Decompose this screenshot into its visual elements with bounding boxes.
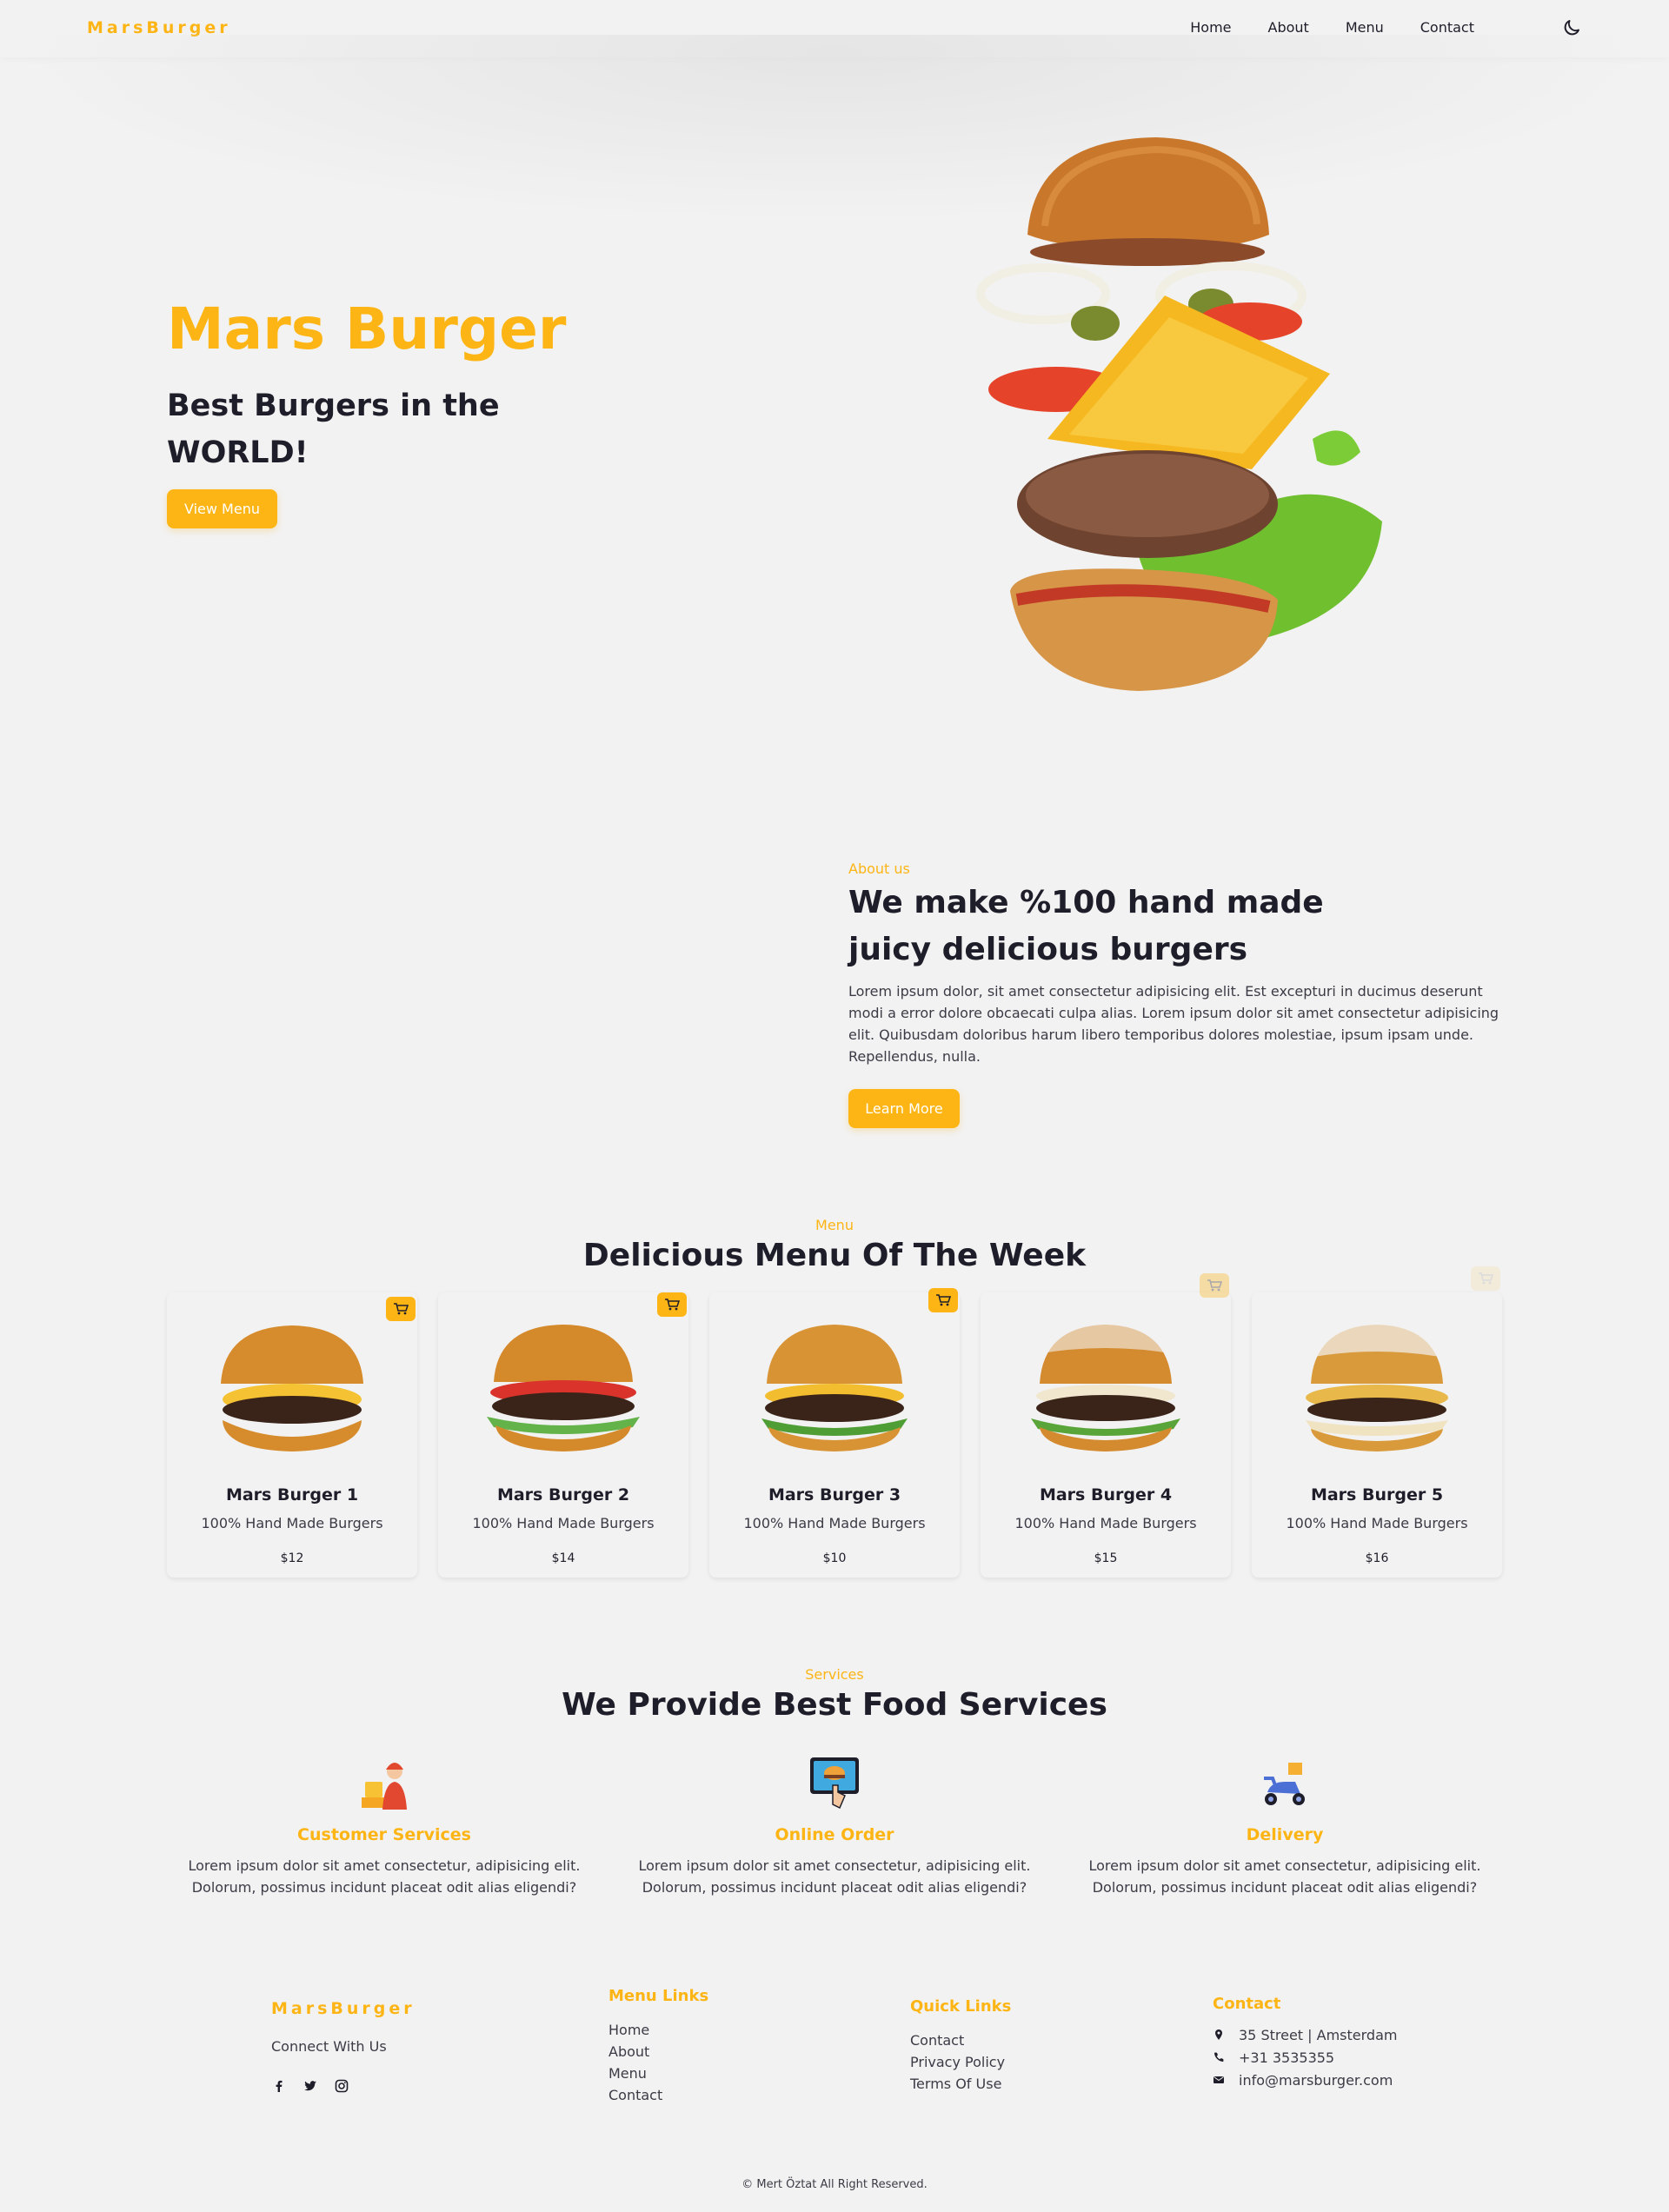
envelope-icon [1214,2076,1224,2083]
nav-home[interactable]: Home [1190,19,1231,36]
facebook-icon[interactable] [271,2078,287,2094]
location-pin-icon [1215,2029,1222,2040]
card-price: $14 [551,1551,575,1565]
card-price: $12 [280,1551,304,1565]
footer-link-about[interactable]: About [608,2041,708,2063]
hero-burger-image [976,137,1382,691]
contact-address: 35 Street | Amsterdam [1213,2023,1397,2046]
burger-image [761,1325,908,1451]
card-name: Mars Burger 3 [768,1485,901,1505]
card-name: Mars Burger 5 [1310,1485,1444,1505]
hero-title: Mars Burger [167,296,567,362]
burger-image [221,1325,363,1451]
menu-card[interactable]: Mars Burger 2 100% Hand Made Burgers $14 [438,1292,688,1578]
service-title: Customer Services [297,1825,471,1844]
contact-phone-text[interactable]: +31 3535355 [1239,2047,1334,2069]
card-price: $16 [1365,1551,1389,1565]
instagram-icon[interactable] [334,2078,349,2094]
menu-card[interactable]: Mars Burger 4 100% Hand Made Burgers $15 [981,1273,1231,1578]
online-order-icon [810,1757,859,1810]
about-title: We make %100 hand made juicy delicious b… [848,885,1324,967]
burger-image [1306,1323,1448,1451]
footer-link-menu[interactable]: Menu [608,2063,708,2084]
menu-cards: Mars Burger 1 100% Hand Made Burgers $12… [167,1266,1502,1578]
footer-link-contact[interactable]: Contact [910,2029,1011,2051]
menu-card[interactable]: Mars Burger 5 100% Hand Made Burgers $16 [1252,1266,1502,1578]
view-menu-button[interactable]: View Menu [167,489,277,528]
footer-social [271,2078,349,2094]
learn-more-button[interactable]: Learn More [848,1089,960,1128]
footer-contact-title: Contact [1213,1995,1281,2013]
card-name: Mars Burger 2 [496,1485,630,1505]
service-title: Delivery [1246,1825,1324,1844]
services-list: Customer Services Lorem ipsum dolor sit … [167,1756,1502,1903]
service-text: Lorem ipsum dolor sit amet consectetur, … [638,1857,1031,1896]
card-name: Mars Burger 1 [225,1485,359,1505]
contact-email-text[interactable]: info@marsburger.com [1239,2069,1393,2091]
cashier-icon [362,1763,407,1810]
card-price: $10 [822,1551,847,1565]
card-description: 100% Hand Made Burgers [1286,1515,1468,1531]
nav-menu[interactable]: Menu [1346,19,1384,36]
footer-quick-links: Quick Links Contact Privacy Policy Terms… [910,1997,1011,2095]
cart-icon[interactable] [1200,1273,1229,1298]
scooter-icon [1264,1763,1305,1805]
card-description: 100% Hand Made Burgers [201,1515,383,1531]
menu-title: Delicious Menu Of The Week [582,1238,1087,1273]
cart-icon[interactable] [1471,1266,1500,1291]
burger-image [487,1325,640,1451]
about-tag: About us [848,860,910,877]
burger-image [1031,1323,1180,1451]
hero-subtitle: Best Burgers in the WORLD! [167,389,500,470]
phone-icon [1214,2052,1224,2062]
footer-link-privacy[interactable]: Privacy Policy [910,2051,1011,2073]
footer-quick-links-title: Quick Links [910,1997,1012,2016]
menu-card[interactable]: Mars Burger 3 100% Hand Made Burgers $10 [709,1288,960,1578]
footer-menu-links: Menu Links Home About Menu Contact [608,1987,708,2106]
services-tag: Services [805,1666,864,1683]
hero-background [0,35,1669,226]
services-title: We Provide Best Food Services [562,1687,1107,1723]
footer-link-home[interactable]: Home [608,2019,708,2041]
footer-link-contact[interactable]: Contact [608,2084,708,2106]
contact-address-text: 35 Street | Amsterdam [1239,2026,1398,2043]
card-description: 100% Hand Made Burgers [472,1515,655,1531]
card-description: 100% Hand Made Burgers [1014,1515,1197,1531]
service-title: Online Order [775,1825,894,1844]
menu-card[interactable]: Mars Burger 1 100% Hand Made Burgers $12 [167,1292,417,1578]
cart-icon[interactable] [657,1292,687,1317]
nav-about[interactable]: About [1268,19,1309,36]
card-description: 100% Hand Made Burgers [743,1515,926,1531]
cart-icon[interactable] [386,1297,416,1321]
service-text: Lorem ipsum dolor sit amet consectetur, … [188,1857,581,1896]
contact-phone: +31 3535355 [1213,2046,1397,2069]
twitter-icon[interactable] [303,2078,318,2094]
footer-logo[interactable]: MarsBurger [271,1999,416,2018]
footer-contact: Contact 35 Street | Amsterdam +31 353535… [1213,1995,1397,2091]
nav-contact[interactable]: Contact [1420,19,1474,36]
card-price: $15 [1094,1551,1118,1565]
contact-email: info@marsburger.com [1213,2069,1397,2091]
menu-tag: Menu [815,1217,854,1233]
footer-menu-links-title: Menu Links [608,1987,709,2005]
copyright: © Mert Öztat All Right Reserved. [741,2178,928,2191]
footer-connect: Connect With Us [271,2038,387,2055]
service-text: Lorem ipsum dolor sit amet consectetur, … [1088,1857,1481,1896]
about-text: Lorem ipsum dolor, sit amet consectetur … [848,983,1499,1065]
nav-links: Home About Menu Contact [1154,19,1474,36]
cart-icon[interactable] [928,1288,958,1312]
footer-link-terms[interactable]: Terms Of Use [910,2073,1011,2095]
card-name: Mars Burger 4 [1039,1485,1173,1505]
